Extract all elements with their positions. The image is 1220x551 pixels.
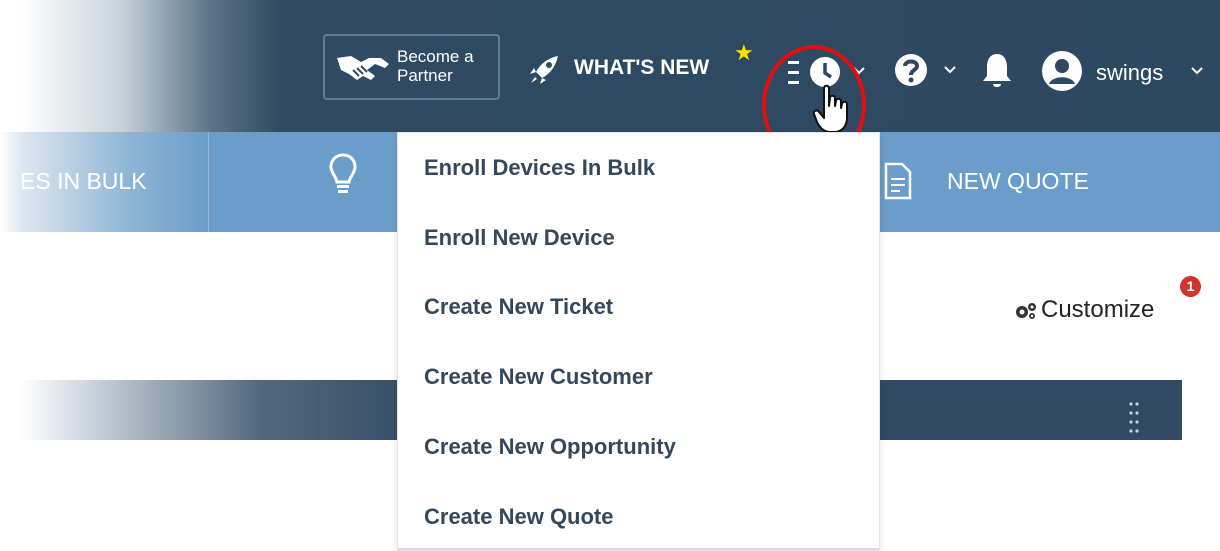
lightbulb-icon[interactable] bbox=[328, 152, 358, 202]
menu-item-new-quote[interactable]: Create New Quote bbox=[424, 504, 614, 534]
drag-handle-icon[interactable] bbox=[1128, 400, 1140, 440]
help-icon bbox=[895, 54, 927, 86]
become-partner-button[interactable]: Become a Partner bbox=[323, 34, 500, 100]
rocket-icon bbox=[530, 56, 558, 84]
customize-label: Customize bbox=[1041, 296, 1155, 323]
new-quote-tab[interactable]: NEW QUOTE bbox=[947, 168, 1089, 195]
menu-item-enroll-bulk[interactable]: Enroll Devices In Bulk bbox=[424, 155, 655, 185]
document-icon bbox=[884, 162, 912, 200]
whats-new-label: WHAT'S NEW bbox=[574, 56, 710, 79]
help-menu-button[interactable] bbox=[893, 50, 963, 94]
divider bbox=[208, 132, 209, 232]
divider bbox=[398, 548, 879, 550]
menu-item-new-opportunity[interactable]: Create New Opportunity bbox=[424, 434, 676, 464]
handshake-icon bbox=[337, 56, 389, 80]
menu-item-enroll-device[interactable]: Enroll New Device bbox=[424, 225, 615, 255]
partner-line1: Become a bbox=[397, 47, 474, 66]
chevron-down-icon bbox=[944, 66, 956, 74]
notification-badge: 1 bbox=[1180, 276, 1201, 297]
gears-icon bbox=[1016, 303, 1036, 319]
recent-actions-dropdown: Enroll Devices In Bulk Enroll New Device… bbox=[397, 132, 880, 551]
star-icon: ★ bbox=[734, 40, 754, 65]
menu-item-new-customer[interactable]: Create New Customer bbox=[424, 364, 653, 394]
hand-cursor-icon bbox=[812, 84, 848, 133]
menu-item-new-ticket[interactable]: Create New Ticket bbox=[424, 294, 613, 324]
top-header-bar: Become a Partner WHAT'S NEW ★ swings bbox=[0, 0, 1220, 132]
notifications-button[interactable] bbox=[980, 51, 1014, 91]
user-menu[interactable]: swings bbox=[1040, 46, 1215, 96]
user-name: swings bbox=[1096, 60, 1164, 85]
bell-icon bbox=[983, 54, 1011, 87]
enroll-devices-bulk-tab[interactable]: ES IN BULK bbox=[20, 168, 147, 195]
partner-line2: Partner bbox=[397, 66, 453, 85]
chevron-down-icon bbox=[1191, 67, 1203, 75]
avatar-icon bbox=[1042, 51, 1082, 91]
become-partner-label: Become a Partner bbox=[397, 47, 474, 85]
